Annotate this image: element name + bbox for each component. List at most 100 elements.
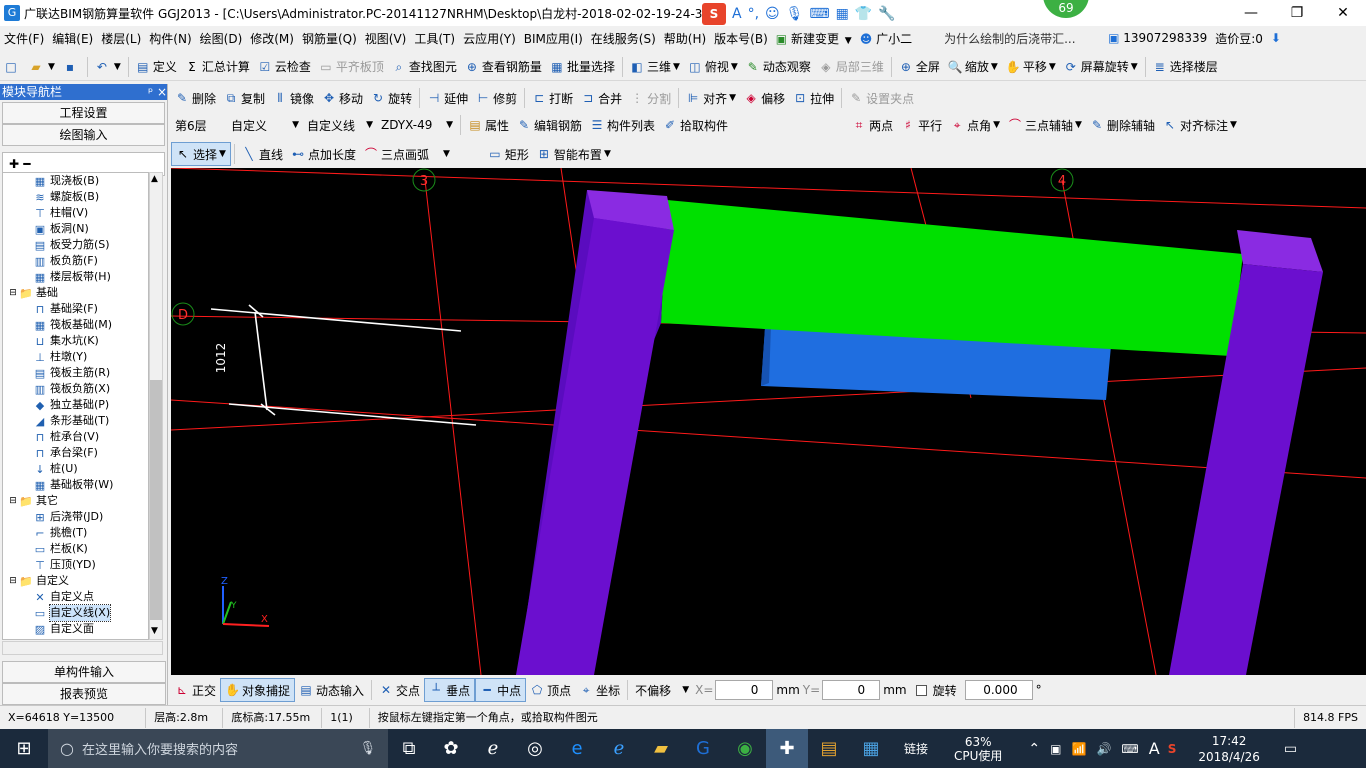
punct-icon[interactable]: °, [748, 6, 759, 22]
pick-component-button[interactable]: ✐ 拾取构件 [659, 113, 732, 137]
x-input[interactable]: 0 [715, 680, 774, 700]
menu-guangxiaoer[interactable]: ☻ 广小二 [856, 30, 916, 47]
close-button[interactable]: ✕ [1320, 0, 1366, 26]
tree-item[interactable]: ≋ 螺旋板(B) [3, 189, 148, 205]
keyboard-tray-icon[interactable]: ⌨ [1121, 742, 1138, 756]
parallel-axis-button[interactable]: ♯ 平行 [897, 113, 946, 137]
tree-item[interactable]: ▤ 板受力筋(S) [3, 237, 148, 253]
align-dimension-button[interactable]: ↖ 对齐标注 ▼ [1159, 113, 1241, 137]
price-beans[interactable]: 造价豆:0 [1211, 30, 1267, 47]
delete-axis-button[interactable]: ✎ 删除辅轴 [1086, 113, 1159, 137]
screen-rotate-button[interactable]: ⟳ 屏幕旋转 ▼ [1060, 55, 1142, 79]
ie-icon[interactable]: ℯ [472, 729, 514, 768]
beam-block[interactable] [661, 200, 1243, 356]
dynamic-input-toggle[interactable]: ▤ 动态输入 [295, 678, 368, 702]
menu-edit[interactable]: 编辑(E) [48, 30, 97, 47]
tree-item[interactable]: ▦ 现浇板(B) [3, 173, 148, 189]
undo-button[interactable]: ↶ ▼ [91, 55, 125, 79]
trim-button[interactable]: ⊢ 修剪 [472, 86, 521, 110]
find-button[interactable]: ⌕ 查找图元 [388, 55, 461, 79]
tree-toggle-icon[interactable]: ⊟ [7, 573, 19, 589]
tree-item[interactable]: ⌐ 挑檐(T) [3, 525, 148, 541]
spiral-app-icon[interactable]: ◎ [514, 729, 556, 768]
tree-item[interactable]: ▥ 筏板负筋(X) [3, 381, 148, 397]
microphone-icon[interactable]: 🎙 [359, 741, 376, 756]
minimize-button[interactable]: — [1228, 0, 1274, 26]
tree-item[interactable]: ⊤ 压顶(YD) [3, 557, 148, 573]
ortho-toggle[interactable]: ⊾ 正交 [171, 678, 220, 702]
select-button[interactable]: ↖ 选择 ▼ [171, 142, 231, 166]
extend-button[interactable]: ⊣ 延伸 [423, 86, 472, 110]
tree-item[interactable]: ⊥ 柱墩(Y) [3, 349, 148, 365]
tree-item[interactable]: ▦ 筏板基础(M) [3, 317, 148, 333]
mic-icon[interactable]: 🎙 [786, 6, 804, 22]
menu-component[interactable]: 构件(N) [145, 30, 195, 47]
file-explorer-icon[interactable]: ▰ [640, 729, 682, 768]
coordinate-snap[interactable]: ⌖ 坐标 [575, 678, 624, 702]
keyboard-icon[interactable]: ⌨ [809, 6, 829, 22]
menu-online[interactable]: 在线服务(S) [587, 30, 660, 47]
fan-app-icon[interactable]: ✿ [430, 729, 472, 768]
tree-item[interactable]: ◆ 独立基础(P) [3, 397, 148, 413]
tree-item[interactable]: ⊓ 基础梁(F) [3, 301, 148, 317]
fullscreen-button[interactable]: ⊕ 全屏 [895, 55, 944, 79]
split-button[interactable]: ⋮ 分割 [626, 86, 675, 110]
menu-file[interactable]: 文件(F) [0, 30, 48, 47]
single-component-button[interactable]: 单构件输入 [2, 661, 166, 683]
top-view-button[interactable]: ◫ 俯视 ▼ [684, 55, 742, 79]
taskbar-link[interactable]: 链接 [904, 740, 928, 757]
y-input[interactable]: 0 [822, 680, 881, 700]
task-view-icon[interactable]: ⧉ [388, 729, 430, 768]
merge-button[interactable]: ⊐ 合并 [577, 86, 626, 110]
vertex-snap[interactable]: ⬠ 顶点 [526, 678, 575, 702]
align-button[interactable]: ⊫ 对齐 ▼ [682, 86, 740, 110]
align-slab-button[interactable]: ▭ 平齐板顶 [315, 55, 388, 79]
orbit-button[interactable]: ✎ 动态观察 [742, 55, 815, 79]
define-button[interactable]: ▤ 定义 [132, 55, 181, 79]
calc-button[interactable]: Σ 汇总计算 [181, 55, 254, 79]
scroll-down-icon[interactable]: ▼ [151, 626, 158, 636]
edit-rebar-button[interactable]: ✎ 编辑钢筋 [513, 113, 586, 137]
rotate-checkbox[interactable] [915, 684, 927, 696]
menu-cloud[interactable]: 云应用(Y) [459, 30, 520, 47]
open-button[interactable]: ▰ ▼ [25, 55, 59, 79]
taskbar-search[interactable]: ○ 在这里输入你要搜索的内容 🎙 [48, 729, 388, 768]
menu-bim[interactable]: BIM应用(I) [520, 30, 587, 47]
collapse-all-icon[interactable]: ━ [23, 157, 30, 171]
two-point-axis-button[interactable]: ⌗ 两点 [848, 113, 897, 137]
category-select[interactable]: 自定义 ▼ [227, 113, 303, 137]
sogou-tray-icon[interactable]: S [1168, 742, 1177, 756]
draw-input-button[interactable]: 绘图输入 [2, 124, 165, 146]
ime-mode[interactable]: A [1149, 739, 1160, 758]
code-select[interactable]: ZDYX-49 ▼ [377, 113, 457, 137]
skin-icon[interactable]: ▦ [836, 6, 849, 22]
tree-item[interactable]: ▨ 自定义面 [3, 621, 148, 637]
tree-item[interactable]: ⊟ 📁 自定义 [3, 573, 148, 589]
delete-button[interactable]: ✎ 删除 [171, 86, 220, 110]
midpoint-snap[interactable]: ━ 中点 [475, 678, 527, 702]
tree-item[interactable]: ▥ 板负筋(F) [3, 253, 148, 269]
tree-item[interactable]: ▭ 栏板(K) [3, 541, 148, 557]
menu-version[interactable]: 版本号(B) [710, 30, 772, 47]
set-grip-button[interactable]: ✎ 设置夹点 [845, 86, 918, 110]
volume-icon[interactable]: 🔊 [1096, 742, 1111, 756]
menu-draw[interactable]: 绘图(D) [196, 30, 247, 47]
arc-button[interactable]: ⌒ 三点画弧 ▼ [360, 142, 454, 166]
tree-item[interactable]: ⊓ 承台梁(F) [3, 445, 148, 461]
sogou-icon[interactable]: S [702, 3, 726, 25]
menu-rebar[interactable]: 钢筋量(Q) [298, 30, 361, 47]
select-floor-button[interactable]: ≣ 选择楼层 [1149, 55, 1222, 79]
ime-a-icon[interactable]: A [732, 6, 742, 22]
tray-chevron-icon[interactable]: ⌃ [1028, 741, 1040, 757]
type-select[interactable]: 自定义线 ▼ [303, 113, 377, 137]
new-file-button[interactable]: □ [0, 55, 25, 79]
menu-modify[interactable]: 修改(M) [246, 30, 298, 47]
tree-item[interactable]: ▤ 筏板主筋(R) [3, 365, 148, 381]
tree-item[interactable]: ▦ 楼层板带(H) [3, 269, 148, 285]
move-button[interactable]: ✥ 移动 [318, 86, 367, 110]
rotate-button[interactable]: ↻ 旋转 [367, 86, 416, 110]
view-rebar-button[interactable]: ⊕ 查看钢筋量 [461, 55, 546, 79]
notes-app-icon[interactable]: ▤ [808, 729, 850, 768]
object-snap-toggle[interactable]: ✋ 对象捕捉 [220, 678, 296, 702]
menu-new-change[interactable]: ▣ 新建变更 ▼ [772, 30, 856, 47]
